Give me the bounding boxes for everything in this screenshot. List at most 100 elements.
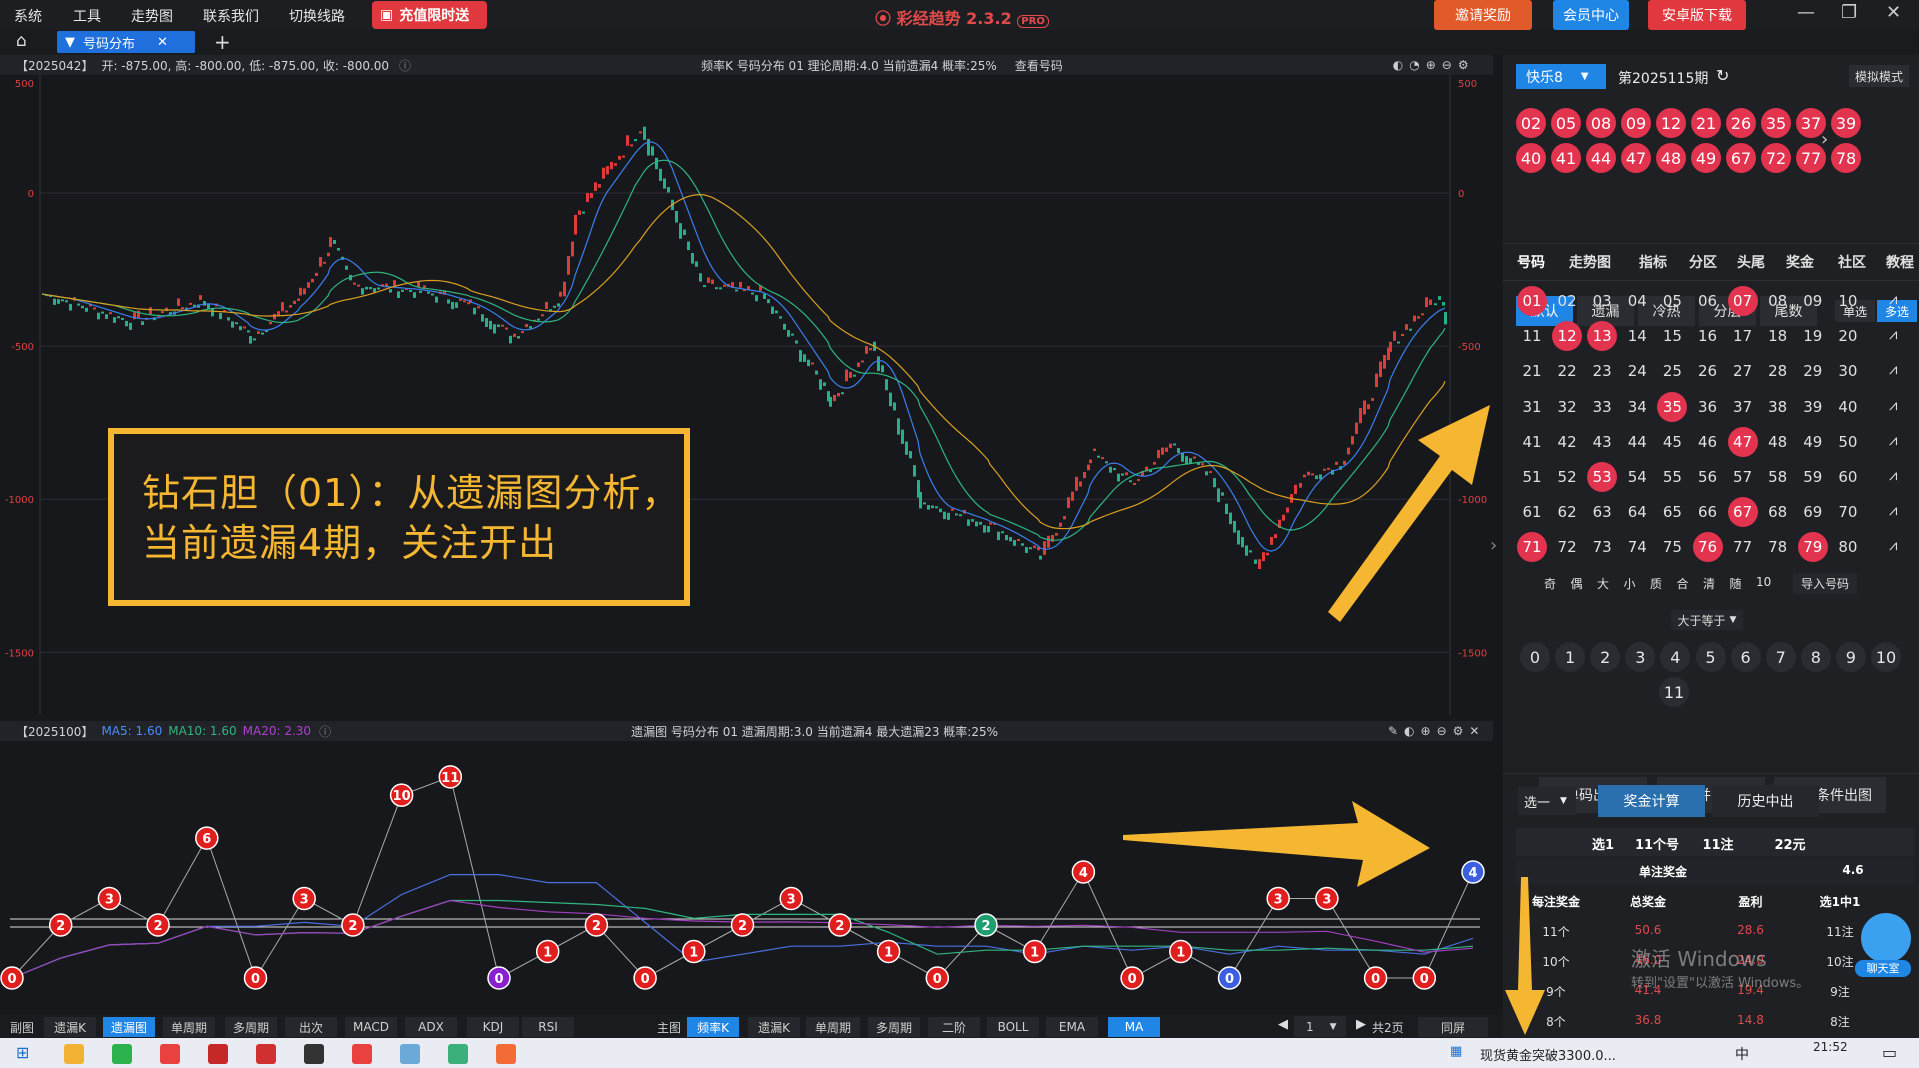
- omission-chart[interactable]: 02326032101101201232102140103 30 04: [0, 741, 1493, 1013]
- number-cell[interactable]: 23: [1587, 356, 1617, 386]
- sidebar-nav-item[interactable]: 指标: [1639, 252, 1667, 272]
- number-cell[interactable]: 71: [1517, 532, 1547, 563]
- menu-tools[interactable]: 工具: [73, 6, 101, 26]
- qq-icon[interactable]: [304, 1044, 324, 1064]
- number-cell[interactable]: 06: [1693, 286, 1723, 316]
- help-icon[interactable]: ⓘ: [319, 723, 331, 740]
- number-cell[interactable]: 73: [1587, 532, 1617, 562]
- android-download-button[interactable]: 安卓版下载: [1648, 0, 1746, 30]
- digit-button[interactable]: 2: [1590, 642, 1621, 672]
- number-cell[interactable]: 35: [1657, 391, 1688, 422]
- number-cell[interactable]: 09: [1798, 286, 1828, 316]
- number-cell[interactable]: 45: [1657, 427, 1687, 457]
- sub-chart-option[interactable]: 单周期: [163, 1017, 215, 1037]
- next-page-icon[interactable]: ▶: [1356, 1017, 1366, 1032]
- number-cell[interactable]: 18: [1763, 321, 1793, 351]
- number-cell[interactable]: 58: [1763, 462, 1793, 492]
- number-cell[interactable]: 12: [1552, 321, 1583, 352]
- number-cell[interactable]: 42: [1552, 427, 1582, 457]
- number-cell[interactable]: 36: [1693, 392, 1723, 422]
- help-icon[interactable]: ⓘ: [399, 57, 411, 74]
- main-chart-option[interactable]: BOLL: [987, 1017, 1039, 1037]
- number-cell[interactable]: 21: [1517, 356, 1547, 386]
- quick-select-button[interactable]: 10: [1756, 575, 1771, 589]
- windows-start-icon[interactable]: ⊞: [16, 1043, 29, 1062]
- sidebar-nav-item[interactable]: 教程: [1886, 252, 1914, 272]
- number-cell[interactable]: 78: [1763, 532, 1793, 562]
- prev-page-icon[interactable]: ◀: [1278, 1017, 1288, 1032]
- number-cell[interactable]: 13: [1587, 321, 1618, 352]
- refresh-icon[interactable]: ↻: [1716, 66, 1729, 85]
- number-cell[interactable]: 15: [1657, 321, 1687, 351]
- main-chart-option[interactable]: EMA: [1046, 1017, 1098, 1037]
- number-cell[interactable]: 17: [1728, 321, 1758, 351]
- number-cell[interactable]: 32: [1552, 392, 1582, 422]
- number-cell[interactable]: 59: [1798, 462, 1828, 492]
- number-cell[interactable]: 51: [1517, 462, 1547, 492]
- main-chart-option[interactable]: 遗漏K: [748, 1017, 800, 1037]
- number-cell[interactable]: 46: [1693, 427, 1723, 457]
- sub-chart-option[interactable]: 遗漏图: [103, 1017, 155, 1037]
- number-cell[interactable]: 02: [1552, 286, 1582, 316]
- sidebar-nav-item[interactable]: 号码: [1517, 252, 1545, 272]
- expand-right-icon[interactable]: ›: [1490, 535, 1497, 556]
- invite-button[interactable]: 邀请奖励: [1434, 0, 1532, 30]
- news-icon[interactable]: ▦: [1450, 1044, 1462, 1059]
- number-cell[interactable]: 14: [1622, 321, 1652, 351]
- number-cell[interactable]: 75: [1657, 532, 1687, 562]
- number-cell[interactable]: 25: [1657, 356, 1687, 386]
- chrome-icon[interactable]: [160, 1044, 180, 1064]
- app-icon[interactable]: [208, 1044, 228, 1064]
- balloon-app-icon[interactable]: [496, 1044, 516, 1064]
- history-tab[interactable]: 历史中出: [1712, 785, 1819, 817]
- number-cell[interactable]: 01: [1517, 286, 1547, 316]
- number-cell[interactable]: 08: [1763, 286, 1793, 316]
- number-cell[interactable]: 28: [1763, 356, 1793, 386]
- simulation-mode-button[interactable]: 模拟模式: [1849, 65, 1909, 87]
- terminal-icon[interactable]: [448, 1044, 468, 1064]
- digit-button[interactable]: 4: [1660, 642, 1691, 672]
- menu-system[interactable]: 系统: [14, 6, 42, 26]
- trend-chart-icon[interactable]: ⩘: [1889, 536, 1897, 554]
- prize-calc-tab[interactable]: 奖金计算: [1598, 785, 1705, 817]
- number-cell[interactable]: 16: [1693, 321, 1723, 351]
- notification-icon[interactable]: ▭: [1882, 1043, 1897, 1062]
- tab-number-distribution[interactable]: ▼ 号码分布 ✕: [57, 31, 195, 53]
- trend-chart-icon[interactable]: ⩘: [1889, 431, 1897, 449]
- quick-select-button[interactable]: 清: [1703, 575, 1715, 592]
- number-cell[interactable]: 64: [1622, 497, 1652, 527]
- home-icon[interactable]: ⌂: [16, 31, 27, 51]
- quick-select-button[interactable]: 合: [1677, 575, 1689, 592]
- number-cell[interactable]: 27: [1728, 356, 1758, 386]
- main-chart-option[interactable]: 单周期: [806, 1017, 860, 1037]
- close-icon[interactable]: ✕: [1886, 2, 1901, 23]
- number-cell[interactable]: 67: [1727, 497, 1758, 528]
- quick-select-button[interactable]: 随: [1730, 575, 1742, 592]
- sub-chart-tools-icons[interactable]: ✎◐⊕⊖⚙✕: [1388, 724, 1485, 738]
- number-cell[interactable]: 68: [1763, 497, 1793, 527]
- main-chart-option[interactable]: MA: [1108, 1017, 1160, 1037]
- chart-tools-icons[interactable]: ◐◔⊕⊖⚙: [1393, 58, 1475, 72]
- member-center-button[interactable]: 会员中心: [1553, 0, 1629, 30]
- number-cell[interactable]: 77: [1728, 532, 1758, 562]
- wps-icon[interactable]: [352, 1044, 372, 1064]
- sidebar-nav-item[interactable]: 社区: [1838, 252, 1866, 272]
- menu-switch-line[interactable]: 切换线路: [289, 6, 345, 26]
- quick-select-button[interactable]: 质: [1650, 575, 1662, 592]
- main-chart-option[interactable]: 频率K: [687, 1017, 739, 1037]
- digit-button[interactable]: 7: [1765, 642, 1796, 672]
- sub-chart-option[interactable]: ADX: [405, 1017, 457, 1037]
- digit-button[interactable]: 6: [1730, 642, 1761, 672]
- digit-button[interactable]: 9: [1835, 642, 1866, 672]
- trend-chart-icon[interactable]: ⩘: [1889, 325, 1897, 343]
- number-cell[interactable]: 56: [1693, 462, 1723, 492]
- sub-chart-option[interactable]: 出次: [285, 1017, 337, 1037]
- number-cell[interactable]: 61: [1517, 497, 1547, 527]
- number-cell[interactable]: 50: [1833, 427, 1863, 457]
- quick-select-button[interactable]: 大: [1597, 575, 1609, 592]
- digit-button[interactable]: 8: [1800, 642, 1831, 672]
- trend-chart-icon[interactable]: ⩘: [1889, 501, 1897, 519]
- number-cell[interactable]: 55: [1657, 462, 1687, 492]
- number-cell[interactable]: 66: [1693, 497, 1723, 527]
- sub-chart-option[interactable]: KDJ: [467, 1017, 519, 1037]
